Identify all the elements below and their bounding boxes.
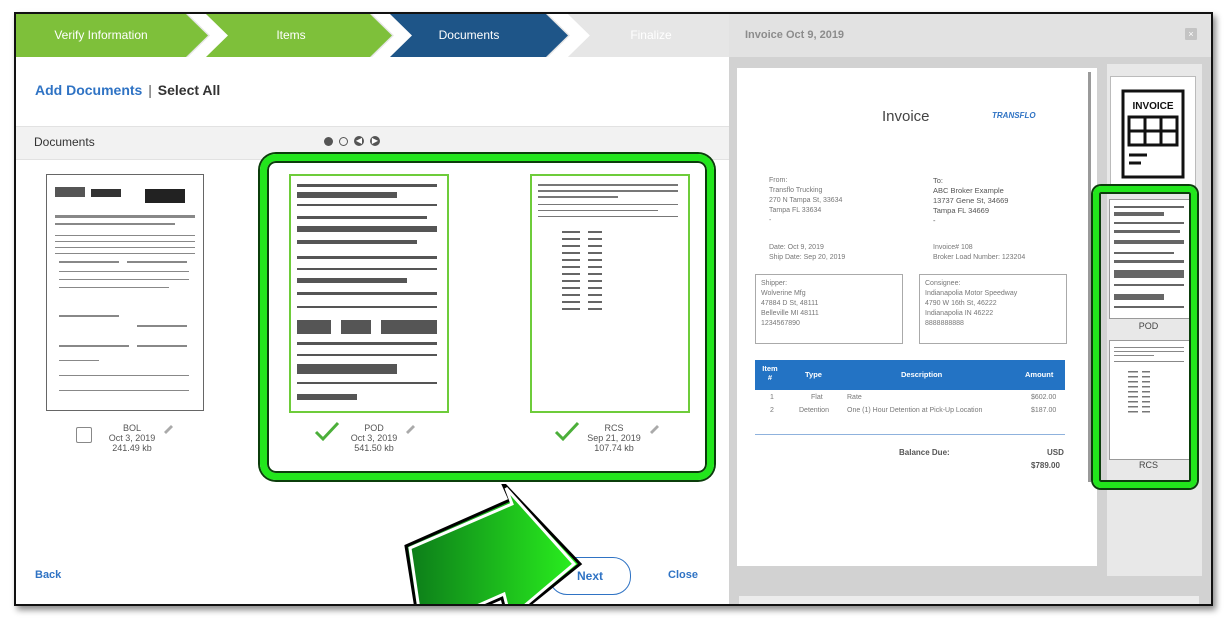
to-block: To: ABC Broker Example 13737 Gene St, 3466…: [933, 176, 1008, 226]
invoice-date: Date: Oct 9, 2019: [769, 244, 824, 251]
broker-load-number: Broker Load Number: 123204: [933, 254, 1026, 261]
invoice-document-icon: INVOICE: [1121, 89, 1185, 179]
shipper-label: Shipper:: [761, 280, 788, 287]
balance-due-label: Balance Due:: [899, 448, 950, 457]
horizontal-scrollbar[interactable]: [739, 596, 1199, 604]
consignee-address-1: 4790 W 16th St, 46222: [925, 300, 997, 307]
edit-bol-pencil-icon[interactable]: [162, 422, 174, 434]
to-dash: -: [933, 216, 936, 225]
invoice-document: Invoice TRANSFLO From: Transflo Trucking 2…: [737, 68, 1097, 566]
document-actions: Add Documents | Select All: [35, 82, 220, 98]
add-documents-link[interactable]: Add Documents: [35, 82, 142, 98]
balance-due-amount: $789.00: [1031, 461, 1060, 470]
scanned-page-graphic: [55, 187, 195, 391]
preview-footer: [729, 576, 1211, 604]
line-1-type: Flat: [811, 394, 823, 401]
pointer-arrow-icon: [404, 484, 583, 604]
consignee-address-2: Indianapolia IN 46222: [925, 310, 994, 317]
date-block: Date: Oct 9, 2019 Ship Date: Sep 20, 2019: [769, 243, 845, 263]
close-preview-icon[interactable]: ×: [1185, 28, 1197, 40]
preview-title: Invoice Oct 9, 2019: [745, 29, 845, 41]
shipper-address-2: Belleville MI 48111: [761, 310, 819, 317]
consignee-label: Consignee:: [925, 280, 961, 287]
line-2-item: 2: [770, 407, 774, 414]
table-divider: [755, 434, 1065, 435]
select-bol-checkbox[interactable]: [76, 427, 92, 443]
page-dot[interactable]: [339, 136, 348, 146]
page-dot-active[interactable]: [324, 136, 333, 146]
from-block: From: Transflo Trucking 270 N Tampa St, 33…: [769, 176, 842, 226]
to-label: To:: [933, 176, 944, 185]
invoice-icon-label: INVOICE: [1132, 101, 1173, 112]
line-1-item: 1: [770, 394, 774, 401]
document-wizard-window: Verify Information Items Documents Final…: [14, 12, 1213, 606]
invoice-number: Invoice# 108: [933, 244, 973, 251]
shipper-address-1: 47884 D St, 48111: [761, 300, 819, 307]
consignee-block: Consignee: Indianapolia Motor Speedway 479…: [925, 279, 1017, 329]
line-2-type: Detention: [799, 407, 829, 414]
invoice-table-header: Item # Type Description Amount: [755, 360, 1065, 390]
select-all-link[interactable]: Select All: [158, 82, 221, 98]
preview-scrollbar[interactable]: [1088, 72, 1091, 482]
line-2-amount: $187.00: [1031, 407, 1057, 414]
invoice-tab-thumbnail[interactable]: INVOICE: [1110, 76, 1196, 192]
from-name: Transflo Trucking: [769, 187, 823, 194]
carousel-pager: ◀ ▶: [324, 136, 380, 146]
from-address-1: 270 N Tampa St, 33634: [769, 197, 843, 204]
selected-documents-highlight: [260, 154, 714, 480]
ship-date: Ship Date: Sep 20, 2019: [769, 254, 846, 261]
step-documents[interactable]: Documents: [386, 14, 552, 57]
next-page-icon[interactable]: ▶: [370, 136, 380, 146]
to-name: ABC Broker Example: [933, 186, 1004, 195]
line-1-amount: $602.00: [1031, 394, 1057, 401]
consignee-name: Indianapolia Motor Speedway: [925, 290, 1018, 297]
bol-size: 241.49 kb: [112, 443, 152, 453]
column-amount: Amount: [1025, 370, 1054, 379]
transflo-logo: TRANSFLO: [992, 111, 1036, 120]
back-button[interactable]: Back: [35, 569, 61, 581]
previous-page-icon[interactable]: ◀: [354, 136, 364, 146]
line-2-description: One (1) Hour Detention at Pick-Up Locati…: [847, 407, 983, 414]
currency: USD: [1047, 448, 1064, 457]
close-button[interactable]: Close: [668, 569, 698, 581]
wizard-steps: Verify Information Items Documents Final…: [16, 14, 729, 57]
from-address-2: Tampa FL 33634: [769, 207, 822, 214]
separator: |: [148, 82, 152, 98]
shipper-phone: 1234567890: [761, 320, 800, 327]
invoice-number-block: Invoice# 108 Broker Load Number: 123204: [933, 243, 1025, 263]
step-items[interactable]: Items: [206, 14, 376, 57]
to-address-2: Tampa FL 34669: [933, 206, 990, 215]
preview-header: Invoice Oct 9, 2019 ×: [729, 14, 1211, 57]
shipper-name: Wolverine Mfg: [761, 290, 806, 297]
column-item: Item #: [762, 364, 778, 382]
step-verify-information[interactable]: Verify Information: [16, 14, 186, 57]
from-dash: -: [769, 217, 772, 224]
consignee-phone: 8888888888: [925, 320, 964, 327]
invoice-title: Invoice: [882, 108, 930, 125]
column-type: Type: [805, 370, 822, 379]
from-label: From:: [769, 177, 788, 184]
step-finalize[interactable]: Finalize: [576, 14, 726, 57]
bol-name: BOL: [122, 423, 141, 433]
selected-side-documents-highlight: [1093, 186, 1197, 488]
document-thumbnail-bol[interactable]: [46, 174, 204, 411]
bol-meta: BOL Oct 3, 2019 241.49 kb: [102, 423, 162, 453]
to-address-1: 13737 Gene St, 34669: [933, 196, 1009, 205]
documents-bar-title: Documents: [34, 135, 95, 149]
bol-date: Oct 3, 2019: [108, 433, 156, 443]
documents-pane: Verify Information Items Documents Final…: [16, 14, 729, 604]
shipper-block: Shipper: Wolverine Mfg 47884 D St, 48111 Be…: [761, 279, 819, 329]
column-description: Description: [901, 370, 943, 379]
line-1-description: Rate: [847, 394, 862, 401]
